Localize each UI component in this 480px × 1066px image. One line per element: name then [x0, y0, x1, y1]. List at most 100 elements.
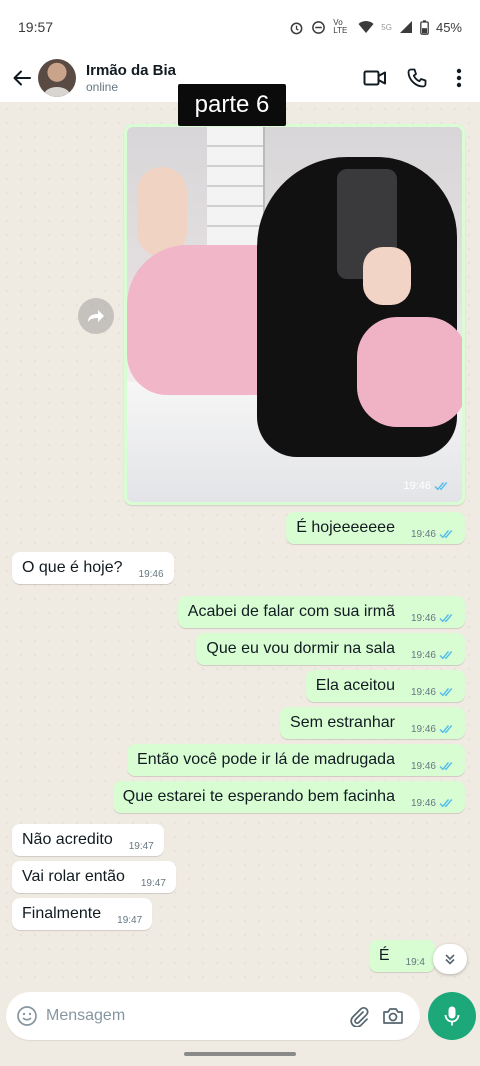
scroll-to-bottom-button[interactable]: [433, 944, 467, 974]
incoming-message[interactable]: Finalmente 19:47: [12, 898, 153, 930]
message-meta: 19:46: [139, 569, 164, 580]
incoming-message[interactable]: O que é hoje? 19:46: [12, 552, 174, 584]
message-meta: 19:46: [411, 650, 455, 661]
outgoing-message[interactable]: É hojeeeeeee 19:46: [286, 512, 465, 544]
message-input-bar[interactable]: Mensagem: [6, 992, 420, 1040]
emoji-icon[interactable]: [16, 1005, 38, 1027]
read-ticks-icon: [439, 799, 453, 808]
message-time: 19:46: [410, 723, 436, 735]
outgoing-message[interactable]: Que eu vou dormir na sala 19:46: [196, 633, 465, 665]
message-text: Ela aceitou: [315, 677, 395, 694]
photo-arm: [357, 317, 462, 427]
incoming-message[interactable]: Não acredito 19:47: [12, 824, 164, 856]
read-ticks-icon: [434, 482, 448, 491]
photo-image[interactable]: 19:46: [127, 127, 462, 502]
read-ticks-icon: [439, 725, 453, 734]
outgoing-message[interactable]: Ela aceitou 19:46: [305, 670, 465, 702]
microphone-icon: [444, 1006, 460, 1026]
camera-button[interactable]: [376, 999, 410, 1033]
message-text: Não acredito: [22, 831, 113, 848]
outgoing-message[interactable]: Acabei de falar com sua irmã 19:46: [177, 596, 465, 628]
message-meta: 19:46: [411, 613, 455, 624]
message-meta: 19:46: [411, 798, 455, 809]
message-time: 19:46: [410, 760, 436, 772]
message-text: Sem estranhar: [290, 714, 395, 731]
photo-hand: [363, 247, 411, 305]
attach-button[interactable]: [342, 999, 376, 1033]
message-text: Que estarei te esperando bem facinha: [122, 788, 395, 805]
message-text: O que é hoje?: [22, 559, 123, 576]
outgoing-message[interactable]: Então você pode ir lá de madrugada 19:46: [127, 744, 465, 776]
battery-percent: 45%: [435, 19, 462, 35]
volte-label: Vo LTE: [333, 18, 348, 35]
message-time: 19:46: [410, 528, 436, 540]
outgoing-message[interactable]: Que estarei te esperando bem facinha 19:4…: [112, 781, 465, 813]
arrow-left-icon: [13, 70, 31, 86]
camera-icon: [383, 1008, 403, 1024]
message-text: Finalmente: [22, 905, 102, 922]
message-time: 19:4: [405, 956, 425, 968]
signal-icon: [399, 21, 412, 33]
message-meta: 19:46: [411, 529, 455, 540]
message-meta: 19:46: [411, 761, 455, 772]
message-text: Que eu vou dormir na sala: [206, 640, 395, 657]
forward-button[interactable]: [78, 298, 114, 334]
status-bar: 19:57 Vo LTE 5G 45%: [0, 0, 480, 54]
message-time: 19:46: [410, 612, 436, 624]
message-meta: 19:46: [411, 724, 455, 735]
outgoing-message[interactable]: Sem estranhar 19:46: [280, 707, 465, 739]
phone-icon: [407, 68, 427, 88]
message-text: É hojeeeeeee: [296, 519, 395, 536]
status-time: 19:57: [18, 19, 54, 35]
message-input[interactable]: Mensagem: [46, 1007, 342, 1025]
read-ticks-icon: [439, 530, 453, 539]
message-time: 19:47: [140, 877, 166, 889]
more-vertical-icon: [456, 68, 462, 88]
system-nav-bar: [0, 1046, 480, 1066]
message-meta: 19:47: [129, 841, 154, 852]
chevron-double-down-icon: [445, 954, 455, 965]
voice-message-button[interactable]: [428, 992, 476, 1040]
message-meta: 19:47: [141, 878, 166, 889]
incoming-message[interactable]: Vai rolar então 19:47: [12, 861, 176, 893]
overlay-caption: parte 6: [178, 84, 286, 126]
message-time: 19:47: [117, 914, 143, 926]
outgoing-message[interactable]: É 19:4: [368, 940, 435, 972]
home-gesture-bar[interactable]: [184, 1052, 296, 1056]
message-time: 19:46: [410, 649, 436, 661]
photo-message-time: 19:46: [403, 480, 431, 492]
back-button[interactable]: [6, 60, 38, 96]
read-ticks-icon: [439, 651, 453, 660]
message-time: 19:46: [410, 797, 436, 809]
contact-avatar[interactable]: [38, 59, 76, 97]
photo-feet: [137, 167, 187, 257]
message-time: 19:46: [138, 568, 164, 580]
contact-name: Irmão da Bia: [86, 62, 177, 79]
voice-call-button[interactable]: [396, 56, 438, 100]
do-not-disturb-icon: [312, 20, 326, 34]
message-time: 19:46: [410, 686, 436, 698]
photo-message-meta: 19:46: [403, 480, 450, 492]
composer: Mensagem: [0, 988, 480, 1046]
status-icons: Vo LTE 5G 45%: [289, 19, 462, 35]
message-text: Então você pode ir lá de madrugada: [137, 751, 395, 768]
read-ticks-icon: [439, 762, 453, 771]
video-call-button[interactable]: [354, 56, 396, 100]
message-meta: 19:47: [117, 915, 142, 926]
alarm-icon: [290, 22, 303, 34]
message-meta: 19:4: [406, 957, 425, 968]
message-text: Acabei de falar com sua irmã: [187, 603, 395, 620]
wifi-icon: [358, 21, 374, 33]
video-camera-icon: [363, 70, 386, 86]
message-text: Vai rolar então: [22, 868, 125, 885]
message-meta: 19:46: [411, 687, 455, 698]
message-text: É: [378, 947, 390, 964]
forward-icon: [88, 310, 104, 322]
photo-message[interactable]: 19:46: [124, 124, 465, 505]
message-time: 19:47: [128, 840, 154, 852]
battery-icon: [420, 19, 429, 35]
read-ticks-icon: [439, 688, 453, 697]
more-options-button[interactable]: [438, 56, 480, 100]
network-type-label: 5G: [381, 22, 392, 32]
read-ticks-icon: [439, 614, 453, 623]
